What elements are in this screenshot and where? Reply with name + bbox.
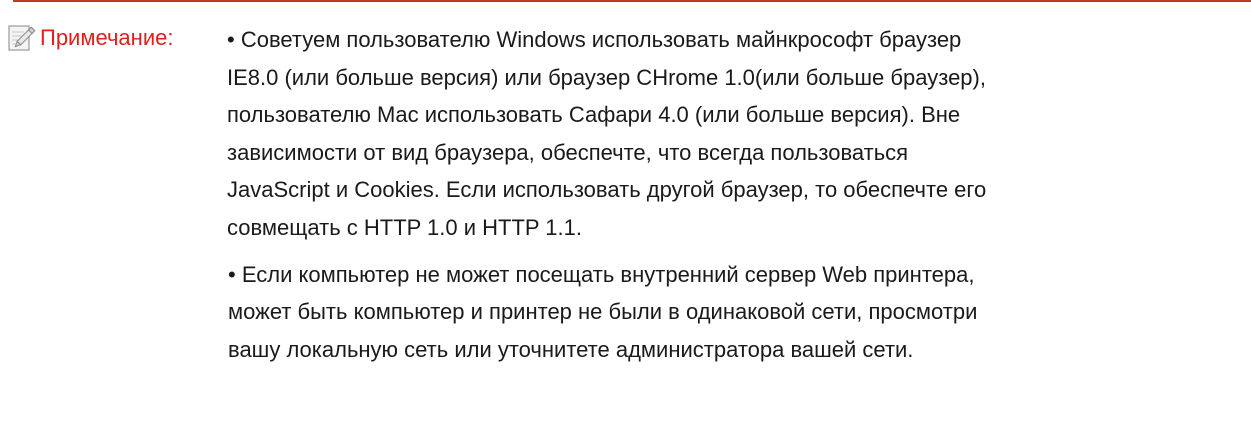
note-label: Примечание: — [40, 25, 174, 50]
note-paragraph-browser: • Советуем пользователю Windows использо… — [227, 27, 987, 240]
note-section: Примечание: • Советуем пользователю Wind… — [0, 0, 1251, 439]
note-pencil-icon — [8, 25, 36, 51]
note-paragraph-network: • Если компьютер не может посещать внутр… — [228, 261, 978, 362]
top-divider — [13, 0, 1251, 2]
note-body: • Советуем пользователю Windows использо… — [227, 21, 1243, 368]
